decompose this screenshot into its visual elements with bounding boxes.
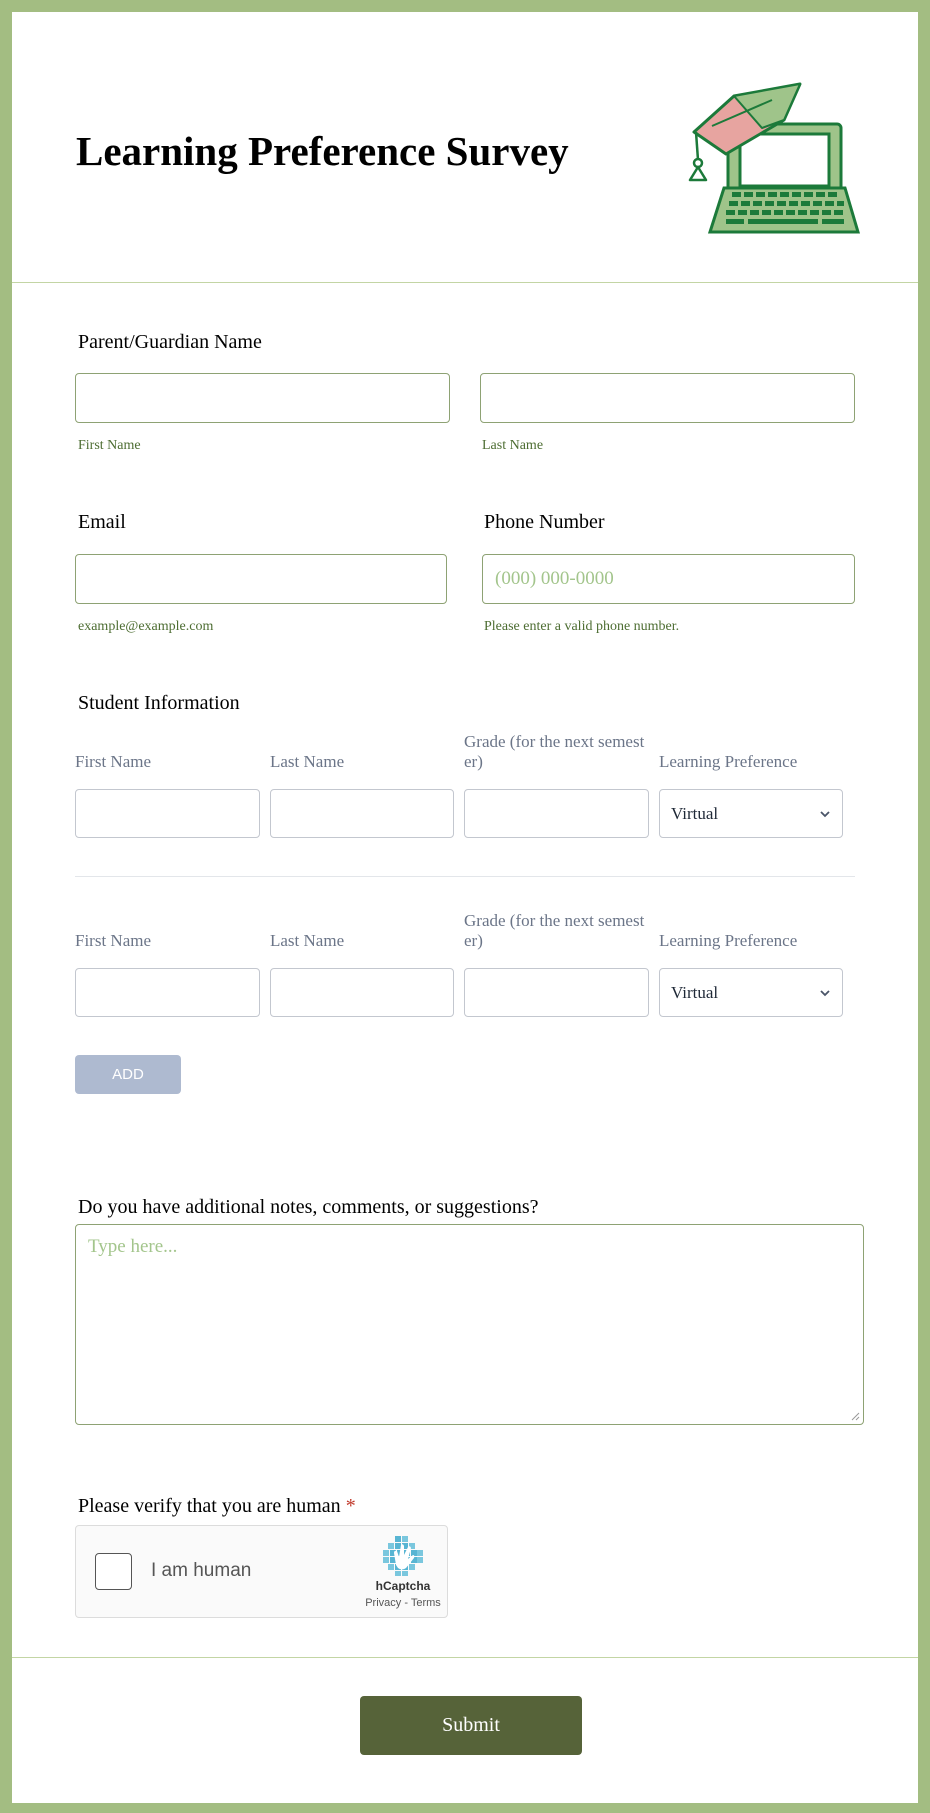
student-info-label: Student Information <box>78 692 240 714</box>
chevron-down-icon <box>820 990 830 997</box>
col-learning-preference-label: Learning Preference <box>659 931 798 950</box>
privacy-link[interactable]: Privacy <box>365 1597 401 1609</box>
hcaptcha-brand: hCaptcha <box>375 1579 431 1593</box>
hcaptcha-widget: I am human hCaptcha Privacy - Terms <box>75 1525 448 1618</box>
email-sublabel: example@example.com <box>78 619 214 634</box>
col-last-name-label: Last Name <box>270 752 345 771</box>
guardian-first-name-sublabel: First Name <box>78 438 141 453</box>
student-2-first-name-input[interactable] <box>75 968 260 1017</box>
captcha-checkbox[interactable] <box>95 1553 132 1590</box>
col-first-name-label: First Name <box>75 752 152 771</box>
guardian-last-name-input[interactable] <box>480 373 855 423</box>
submit-button[interactable]: Submit <box>360 1696 582 1755</box>
student-1-last-name-input[interactable] <box>270 789 454 838</box>
student-row-divider <box>75 876 855 877</box>
terms-link[interactable]: Terms <box>411 1597 441 1609</box>
student-2-last-name-input[interactable] <box>270 968 454 1017</box>
student-1-grade-input[interactable] <box>464 789 649 838</box>
hcaptcha-links: Privacy - Terms <box>365 1597 441 1609</box>
col-first-name-label: First Name <box>75 931 152 950</box>
student-1-first-name-input[interactable] <box>75 789 260 838</box>
notes-label: Do you have additional notes, comments, … <box>78 1196 539 1218</box>
phone-placeholder: (000) 000-0000 <box>495 568 614 589</box>
student-1-preference-value: Virtual <box>671 804 719 823</box>
phone-sublabel: Please enter a valid phone number. <box>484 619 680 634</box>
verify-label: Please verify that you are human * <box>78 1495 356 1517</box>
student-2-preference-select[interactable]: Virtual <box>659 968 843 1017</box>
student-1-preference-select[interactable]: Virtual <box>659 789 843 838</box>
hcaptcha-logo-icon <box>383 1536 423 1576</box>
captcha-text: I am human <box>151 1560 252 1581</box>
guardian-last-name-sublabel: Last Name <box>482 438 544 453</box>
guardian-first-name-input[interactable] <box>75 373 450 423</box>
required-asterisk: * <box>345 1495 356 1517</box>
resize-handle-icon[interactable] <box>850 1411 860 1421</box>
col-learning-preference-label: Learning Preference <box>659 752 798 771</box>
email-field[interactable] <box>75 554 447 604</box>
form-header: Learning Preference Survey <box>12 12 918 283</box>
form-card: Learning Preference Survey Parent/Guardi… <box>12 12 918 1803</box>
col-grade-label: Grade (for the next semest er) <box>464 911 645 950</box>
notes-placeholder: Type here... <box>88 1236 178 1257</box>
add-student-button[interactable]: ADD <box>75 1055 181 1094</box>
page-title: Learning Preference Survey <box>76 128 569 174</box>
col-last-name-label: Last Name <box>270 931 345 950</box>
email-label: Email <box>78 511 126 533</box>
col-grade-label: Grade (for the next semest er) <box>464 732 645 771</box>
student-2-grade-input[interactable] <box>464 968 649 1017</box>
chevron-down-icon <box>820 811 830 818</box>
student-2-preference-value: Virtual <box>671 983 719 1002</box>
notes-textarea[interactable]: Type here... <box>75 1224 864 1425</box>
phone-label: Phone Number <box>484 511 605 533</box>
guardian-name-label: Parent/Guardian Name <box>78 331 262 353</box>
phone-field[interactable]: (000) 000-0000 <box>482 554 855 604</box>
footer-divider <box>12 1657 918 1658</box>
graduation-laptop-icon <box>688 82 861 234</box>
